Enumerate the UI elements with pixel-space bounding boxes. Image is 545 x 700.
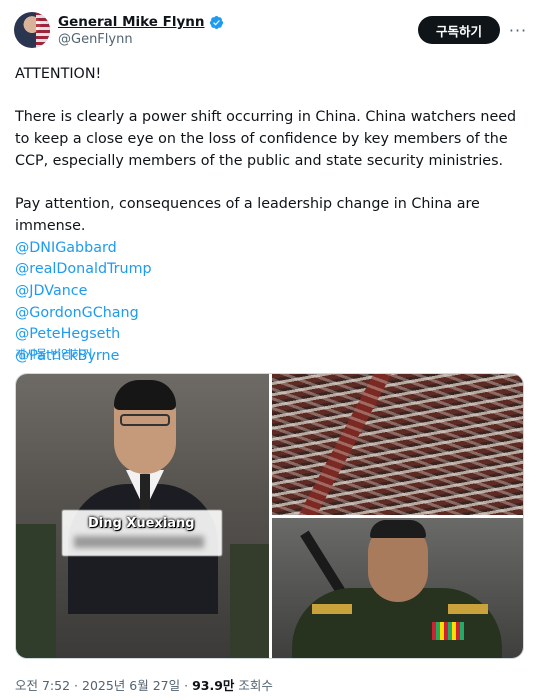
view-count: 93.9만 [192, 678, 235, 693]
media-image-military-officer[interactable] [272, 518, 523, 658]
follow-button[interactable]: 구독하기 [418, 16, 500, 44]
tweet-header: General Mike Flynn @GenFlynn 구독하기 ··· [14, 12, 532, 52]
tweet-paragraph: Pay attention, consequences of a leaders… [15, 196, 480, 234]
avatar[interactable] [14, 12, 50, 48]
mention-link[interactable]: @JDVance [15, 281, 530, 303]
mention-link[interactable]: @realDonaldTrump [15, 259, 530, 281]
mention-link[interactable]: @DNIGabbard [15, 238, 530, 260]
author-handle[interactable]: @GenFlynn [58, 32, 224, 47]
meta-separator: · [184, 678, 189, 693]
media-grid: Ding Xuexiang [15, 373, 524, 659]
image-caption: Ding Xuexiang [88, 516, 195, 531]
mention-link[interactable]: @GordonGChang [15, 303, 530, 325]
view-count-label: 조회수 [238, 678, 273, 693]
verified-badge-icon [209, 15, 223, 29]
meta-separator: · [74, 678, 79, 693]
tweet-paragraph: There is clearly a power shift occurring… [15, 109, 517, 169]
tweet-meta: 오전 7:52 · 2025년 6월 27일 · 93.9만 조회수 [15, 675, 273, 694]
media-image-assembly-hall[interactable] [272, 374, 523, 515]
author-info: General Mike Flynn @GenFlynn [58, 14, 224, 47]
more-horizontal-icon[interactable]: ··· [506, 18, 530, 42]
tweet-paragraph: ATTENTION! [15, 66, 102, 82]
tweet-time[interactable]: 오전 7:52 [15, 678, 70, 693]
tweet-text: ATTENTION! There is clearly a power shif… [15, 64, 530, 368]
mention-link[interactable]: @PeteHegseth [15, 324, 530, 346]
translate-post-link[interactable]: 게시물 번역하기 [15, 346, 93, 362]
media-image-ding-xuexiang[interactable]: Ding Xuexiang [16, 374, 269, 658]
author-display-name[interactable]: General Mike Flynn [58, 14, 205, 30]
tweet-date[interactable]: 2025년 6월 27일 [82, 678, 180, 693]
